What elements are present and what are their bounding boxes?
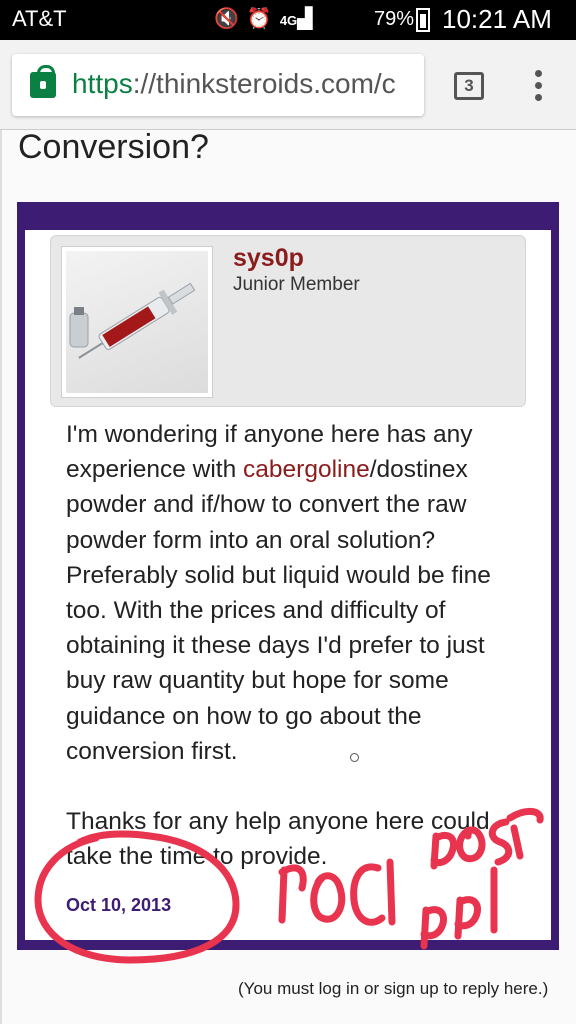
post-container: sys0p Junior Member I'm wondering if any… [17, 202, 559, 950]
battery-icon [416, 8, 430, 32]
url-field[interactable]: https://thinksteroids.com/c [12, 54, 424, 116]
overflow-menu-icon[interactable] [528, 70, 548, 104]
alarm-icon: ⏰ [246, 8, 280, 30]
author-info: sys0p Junior Member [50, 235, 526, 407]
url-scheme: https [72, 68, 133, 99]
url-text: https://thinksteroids.com/c [72, 68, 396, 100]
clock: 10:21 AM [442, 4, 552, 34]
reply-login-note: (You must log in or sign up to reply her… [238, 979, 549, 998]
web-page: Conversion? sys0p Junior Member I'm wond… [0, 128, 576, 1024]
author-role: Junior Member [233, 274, 360, 295]
url-path: ://thinksteroids.com/c [132, 68, 396, 99]
tab-switcher-button[interactable]: 3 [454, 72, 484, 100]
carrier-label: AT&T [12, 6, 67, 31]
syringe-image [66, 251, 208, 393]
mute-icon: 🔇 [214, 8, 247, 30]
post-body: I'm wondering if anyone here has any exp… [66, 417, 526, 909]
thread-title: Conversion? [18, 128, 209, 166]
status-icons: 🔇⏰4G▟ [214, 6, 321, 31]
post-content: sys0p Junior Member I'm wondering if any… [25, 230, 551, 940]
battery-percent: 79% [374, 8, 415, 30]
browser-toolbar: https://thinksteroids.com/c 3 [0, 40, 576, 130]
avatar[interactable] [61, 246, 213, 398]
author-name-link[interactable]: sys0p [233, 244, 304, 273]
4g-lte-icon: 4G [279, 13, 298, 28]
post-paragraph: I'm wondering if anyone here has any exp… [66, 421, 491, 765]
circle-marker [350, 753, 359, 762]
post-paragraph: Thanks for any help anyone here could ta… [66, 808, 490, 871]
lock-icon [30, 65, 56, 98]
post-date[interactable]: Oct 10, 2013 [66, 895, 171, 916]
cabergoline-link[interactable]: cabergoline [243, 456, 370, 483]
signal-icon: ▟ [297, 8, 321, 30]
status-bar: AT&T 🔇⏰4G▟ 79% 10:21 AM [0, 0, 576, 40]
